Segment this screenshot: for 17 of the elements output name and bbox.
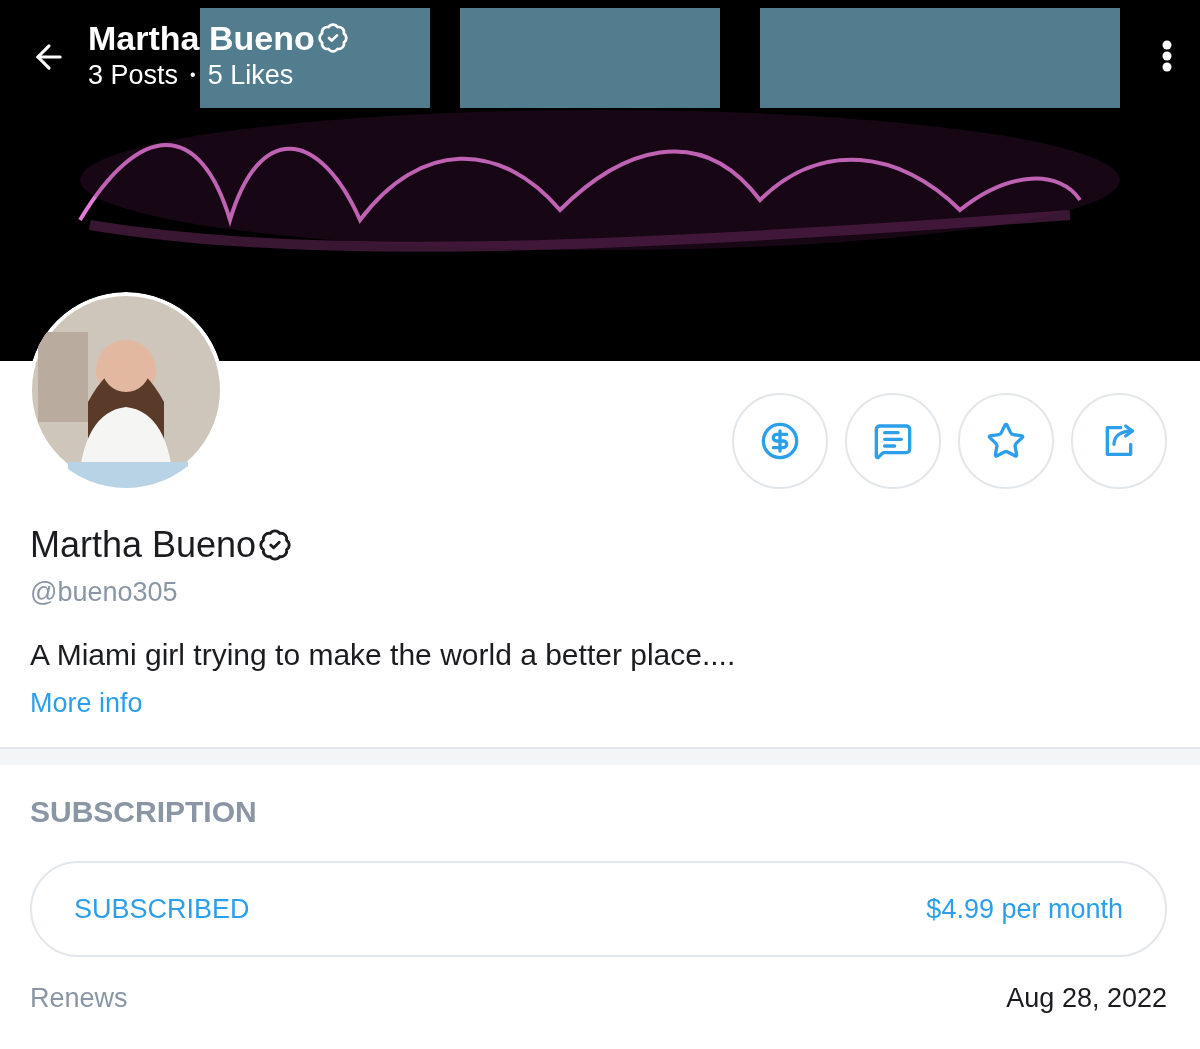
renew-date: Aug 28, 2022 (1006, 983, 1167, 1014)
username: @bueno305 (30, 577, 179, 608)
message-icon (873, 421, 913, 461)
dollar-icon (760, 421, 800, 461)
more-info-link[interactable]: More info (30, 688, 143, 719)
profile-title: Martha Bueno (88, 18, 315, 58)
posts-count: 3 Posts (88, 59, 179, 92)
section-heading: SUBSCRIPTION (30, 795, 258, 829)
subscription-button[interactable]: SUBSCRIBED $4.99 per month (30, 861, 1167, 957)
more-menu-button[interactable] (1162, 40, 1172, 72)
separator-dot: • (190, 65, 196, 85)
bio-text: A Miami girl trying to make the world a better place.... (30, 638, 737, 672)
renews-label: Renews (30, 983, 128, 1014)
likes-count: 5 Likes (207, 59, 294, 92)
star-icon (986, 421, 1026, 461)
menu-icon (1162, 40, 1172, 72)
profile-name: Martha Bueno (30, 523, 257, 567)
